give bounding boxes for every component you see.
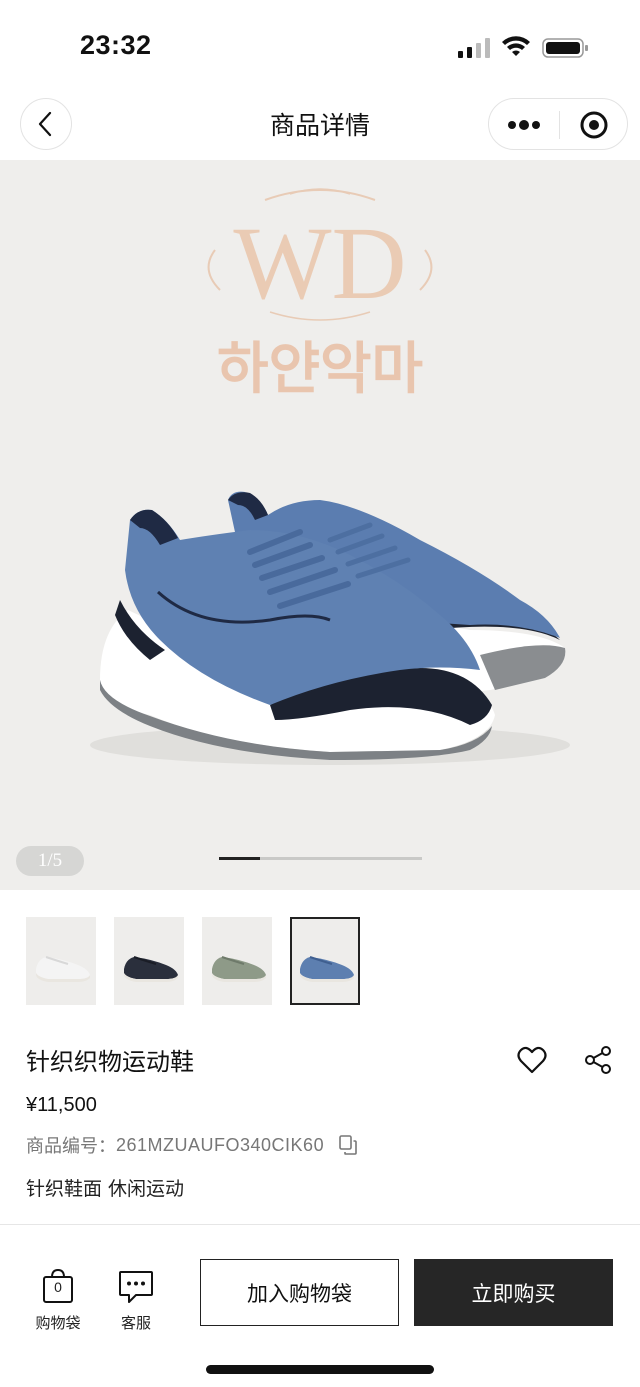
mini-program-capsule [488,98,628,150]
bag-count: 0 [54,1279,62,1295]
status-time: 23:32 [80,30,152,60]
thumbnail-shoe-image [300,956,354,982]
watermark-text: 하얀악마 [217,337,423,402]
more-dots-icon [508,120,540,130]
watermark-logo: WD 하얀악마 [207,188,433,402]
shopping-bag-icon: 0 [38,1266,78,1306]
share-button[interactable] [580,1042,616,1078]
carousel-progress-fill [219,857,260,860]
sku-row: 商品编号： 261MZUAUFO340CIK60 [26,1132,358,1158]
product-image-carousel[interactable]: WD 하얀악마 1/5 [0,160,640,890]
share-icon [585,1046,611,1074]
buy-now-button[interactable]: 立即购买 [414,1259,613,1326]
close-mini-program-button[interactable] [559,99,629,151]
thumbnail-4[interactable] [290,917,360,1005]
watermark-initials: WD [233,206,406,321]
thumbnail-3[interactable] [202,917,272,1005]
signal-icon [458,38,490,58]
divider [0,1224,640,1225]
thumbnail-shoe-image [124,956,178,982]
home-indicator [206,1365,434,1374]
copy-icon [339,1135,357,1155]
sku-label: 商品编号： [26,1136,116,1157]
shopping-bag-label: 购物袋 [35,1314,81,1332]
heart-icon [517,1046,547,1074]
customer-service-tab[interactable]: 客服 [104,1266,168,1333]
thumbnail-1[interactable] [26,917,96,1005]
product-name: 针织织物运动鞋 [26,1048,194,1076]
product-description: 针织鞋面 休闲运动 [26,1178,185,1200]
carousel-progress [219,857,422,860]
add-to-bag-button[interactable]: 加入购物袋 [200,1259,399,1326]
sku-value: 261MZUAUFO340CIK60 [116,1134,325,1155]
thumbnail-strip [26,917,360,1005]
target-close-icon [580,111,608,139]
bottom-action-bar: 0 购物袋 客服 加入购物袋 立即购买 [0,1226,640,1387]
copy-sku-button[interactable] [338,1134,358,1156]
thumbnail-2[interactable] [114,917,184,1005]
battery-icon [542,38,588,58]
image-counter: 1/5 [16,846,84,876]
status-bar: 23:32 [0,0,640,92]
nav-bar: 商品详情 [0,92,640,158]
chat-icon [116,1266,156,1306]
favorite-button[interactable] [514,1042,550,1078]
product-price: ¥11,500 [26,1094,97,1116]
wifi-icon [502,36,530,56]
customer-service-label: 客服 [120,1314,151,1332]
thumbnail-shoe-image [36,956,90,982]
shopping-bag-tab[interactable]: 0 购物袋 [26,1266,90,1333]
thumbnail-shoe-image [212,956,266,982]
more-button[interactable] [489,99,559,151]
